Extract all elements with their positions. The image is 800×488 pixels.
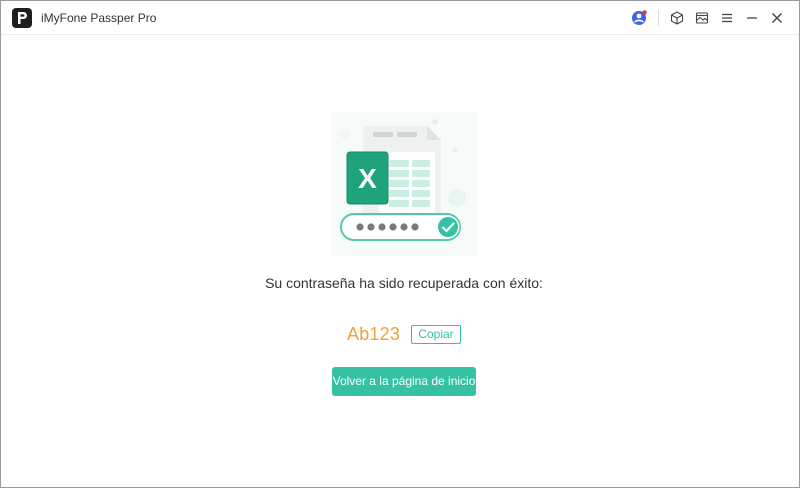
excel-x-letter: X xyxy=(358,163,377,194)
app-logo-icon xyxy=(12,8,32,28)
result-panel: X Su contraseña ha sido recuperada con é… xyxy=(1,36,799,487)
copy-button[interactable]: Copiar xyxy=(411,325,461,344)
menu-icon[interactable] xyxy=(718,9,736,27)
app-title: iMyFone Passper Pro xyxy=(41,11,157,25)
account-icon[interactable] xyxy=(630,9,648,27)
recovered-password: Ab123 xyxy=(347,324,401,344)
title-bar: iMyFone Passper Pro xyxy=(1,1,799,35)
back-to-home-button[interactable]: Volver a la página de inicio xyxy=(332,367,476,396)
image-icon[interactable] xyxy=(693,9,711,27)
minimize-icon[interactable] xyxy=(743,9,761,27)
cube-icon[interactable] xyxy=(668,9,686,27)
close-icon[interactable] xyxy=(768,9,786,27)
toolbar-separator xyxy=(658,10,659,26)
app-window: iMyFone Passper Pro X Su contraseña ha s… xyxy=(0,0,800,488)
excel-unlocked-illustration: X xyxy=(331,112,477,256)
success-message: Su contraseña ha sido recuperada con éxi… xyxy=(265,275,543,291)
